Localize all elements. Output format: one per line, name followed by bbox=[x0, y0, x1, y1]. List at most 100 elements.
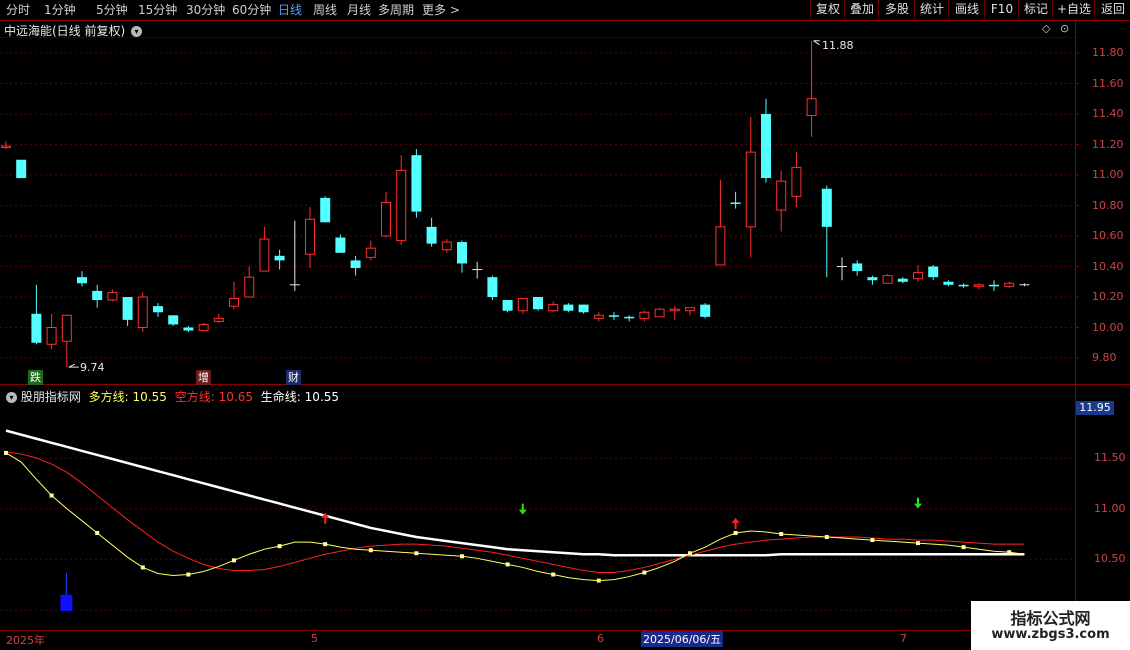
candle-up bbox=[654, 308, 665, 318]
candle-down bbox=[943, 281, 954, 285]
candle-down bbox=[92, 290, 103, 301]
candle-down bbox=[31, 313, 42, 343]
candle-up bbox=[1004, 282, 1015, 287]
candle-down bbox=[168, 315, 179, 325]
life-line-label: 生命线: bbox=[260, 390, 301, 404]
high-price-label: 11.88 bbox=[822, 39, 854, 52]
candle-down bbox=[335, 237, 346, 253]
candle-down bbox=[609, 315, 619, 317]
bull-line-dot bbox=[824, 535, 829, 540]
watermark-title: 指标公式网 bbox=[1010, 609, 1091, 628]
candle-up bbox=[806, 98, 817, 117]
candle-up bbox=[913, 272, 923, 280]
candle-up bbox=[259, 238, 270, 272]
candle-up bbox=[381, 201, 391, 237]
stock-title[interactable]: 中远海能(日线 前复权) ▾ bbox=[4, 22, 143, 39]
indicator-legend: ▾ 股朋指标网 多方线: 10.55 空方线: 10.65 生命线: 10.55 bbox=[4, 388, 339, 405]
sell-arrow bbox=[914, 497, 922, 509]
candle-down bbox=[563, 304, 574, 311]
price-axis-label: 11.00 bbox=[1092, 168, 1124, 181]
candle-up bbox=[517, 298, 528, 312]
indicator-axis-highlight: 11.95 bbox=[1076, 401, 1114, 415]
date-label-may: 5 bbox=[311, 632, 318, 645]
bull-line-dot bbox=[95, 530, 100, 535]
low-price-label: 9.74 bbox=[80, 361, 105, 374]
candle-down bbox=[730, 202, 741, 204]
bull-line-dot bbox=[49, 493, 54, 498]
price-axis-label: 11.60 bbox=[1092, 76, 1124, 90]
candle-up bbox=[61, 314, 72, 342]
price-axis-label: 11.40 bbox=[1092, 107, 1124, 120]
watermark-url: www.zbgs3.com bbox=[991, 627, 1110, 642]
candle-up bbox=[46, 327, 57, 345]
candle-up bbox=[198, 323, 209, 332]
candle-up bbox=[639, 311, 650, 319]
candle-up bbox=[685, 307, 695, 312]
life-line-value: 10.55 bbox=[304, 390, 340, 404]
candle-down bbox=[624, 316, 635, 319]
indicator-name[interactable]: 股朋指标网 bbox=[21, 390, 81, 404]
candle-down bbox=[867, 277, 878, 281]
candle-up bbox=[669, 308, 680, 312]
price-axis-label: 11.20 bbox=[1092, 137, 1124, 151]
candle-up bbox=[365, 247, 376, 258]
bull-line-dot bbox=[551, 572, 556, 577]
candle-up bbox=[107, 291, 118, 301]
date-label-july: 7 bbox=[900, 632, 907, 645]
candle-up bbox=[715, 226, 726, 266]
bull-line-dot bbox=[961, 545, 966, 550]
candle-down bbox=[350, 260, 361, 269]
candle-up bbox=[213, 317, 224, 322]
event-badge-zeng[interactable]: 增 bbox=[196, 370, 211, 385]
price-axis-label: 10.20 bbox=[1092, 290, 1124, 303]
candle-up bbox=[305, 218, 315, 255]
candle-down bbox=[989, 284, 999, 287]
candle-up bbox=[229, 298, 239, 307]
stock-name: 中远海能(日线 前复权) bbox=[4, 24, 126, 38]
bull-line-dot bbox=[277, 544, 282, 549]
candle-up bbox=[882, 275, 893, 284]
price-axis-label: 10.00 bbox=[1092, 320, 1124, 334]
price-axis-label: 10.40 bbox=[1092, 259, 1124, 273]
candle-down bbox=[821, 188, 832, 227]
indicator-axis-label: 11.50 bbox=[1094, 451, 1126, 464]
bull-line-dot bbox=[916, 541, 920, 546]
candle-down bbox=[411, 155, 422, 212]
kline-chart[interactable] bbox=[0, 0, 1130, 650]
candle-up bbox=[791, 166, 802, 197]
candle-up bbox=[973, 284, 984, 287]
candle-up bbox=[593, 314, 604, 319]
candle-down bbox=[533, 297, 543, 310]
candle-down bbox=[578, 304, 589, 313]
bull-line-dot bbox=[870, 538, 875, 543]
candle-down bbox=[274, 255, 285, 261]
candle-down bbox=[958, 284, 969, 287]
candle-down bbox=[122, 297, 133, 320]
bull-line-dot bbox=[4, 450, 8, 455]
event-badge-cai[interactable]: 财 bbox=[286, 370, 301, 385]
bull-line-dot bbox=[505, 562, 510, 567]
life-line bbox=[5, 429, 1025, 557]
candle-down bbox=[928, 266, 939, 278]
candle-down bbox=[700, 304, 711, 317]
candle-down bbox=[852, 263, 863, 272]
price-axis-label: 10.60 bbox=[1092, 229, 1124, 242]
bull-line-dot bbox=[232, 558, 236, 563]
bear-line-label: 空方线: bbox=[174, 390, 215, 404]
candle-up bbox=[396, 169, 407, 242]
high-marker bbox=[813, 40, 820, 46]
bull-line-dot bbox=[779, 531, 784, 536]
watermark-logo: 指标公式网 www.zbgs3.com bbox=[971, 601, 1130, 650]
bull-line-dot bbox=[140, 565, 145, 570]
diamond-icon[interactable]: ◇ bbox=[1042, 22, 1050, 35]
chevron-down-icon[interactable]: ▾ bbox=[131, 26, 143, 37]
bull-line-value: 10.55 bbox=[132, 390, 167, 404]
chevron-down-icon[interactable]: ▾ bbox=[6, 392, 17, 403]
signal-bar bbox=[60, 594, 73, 611]
settings-circle-icon[interactable]: ⊙ bbox=[1060, 22, 1069, 35]
low-marker bbox=[68, 363, 79, 368]
event-badge-die[interactable]: 跌 bbox=[28, 370, 43, 385]
date-label-year: 2025年 bbox=[6, 634, 45, 647]
indicator-axis-label: 11.00 bbox=[1094, 501, 1126, 515]
candle-up bbox=[745, 151, 756, 228]
